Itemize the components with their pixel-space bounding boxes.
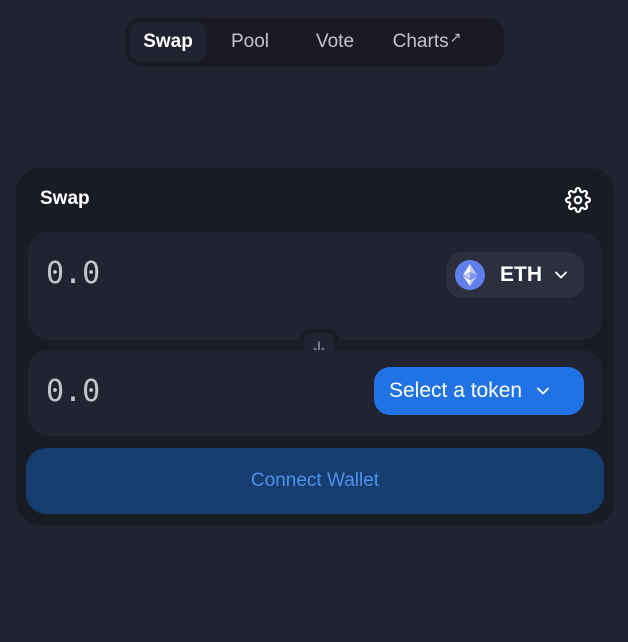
nav-tab-charts-label: Charts — [392, 31, 449, 52]
nav-tab-pool[interactable]: Pool — [207, 22, 293, 62]
nav-tab-charts[interactable]: Charts ↗ — [377, 22, 477, 62]
chevron-down-icon — [537, 387, 549, 395]
connect-wallet-button[interactable]: Connect Wallet — [26, 448, 604, 514]
nav-tab-pool-label: Pool — [230, 31, 270, 52]
output-currency-panel: Select a token — [28, 350, 602, 436]
gear-icon[interactable] — [565, 187, 591, 213]
nav-tab-vote[interactable]: Vote — [293, 22, 377, 62]
input-token-select-button[interactable]: ETH — [446, 252, 584, 298]
swap-card: Swap ETH — [16, 168, 614, 525]
nav-tab-swap-label: Swap — [143, 31, 193, 52]
input-currency-panel: ETH — [28, 232, 602, 340]
output-amount-field[interactable] — [46, 374, 346, 409]
chevron-down-icon — [555, 271, 567, 279]
select-token-label: Select a token — [389, 379, 523, 402]
nav-tab-swap[interactable]: Swap — [129, 22, 207, 62]
input-amount-field[interactable] — [46, 256, 346, 291]
nav-tab-vote-label: Vote — [315, 31, 355, 52]
top-nav: Swap Pool Vote Charts ↗ — [125, 18, 504, 66]
ethereum-logo-icon — [455, 260, 485, 290]
input-token-symbol: ETH — [500, 263, 542, 286]
select-token-button[interactable]: Select a token — [374, 367, 584, 415]
external-link-icon: ↗ — [449, 28, 462, 45]
swap-card-title: Swap — [40, 188, 90, 209]
